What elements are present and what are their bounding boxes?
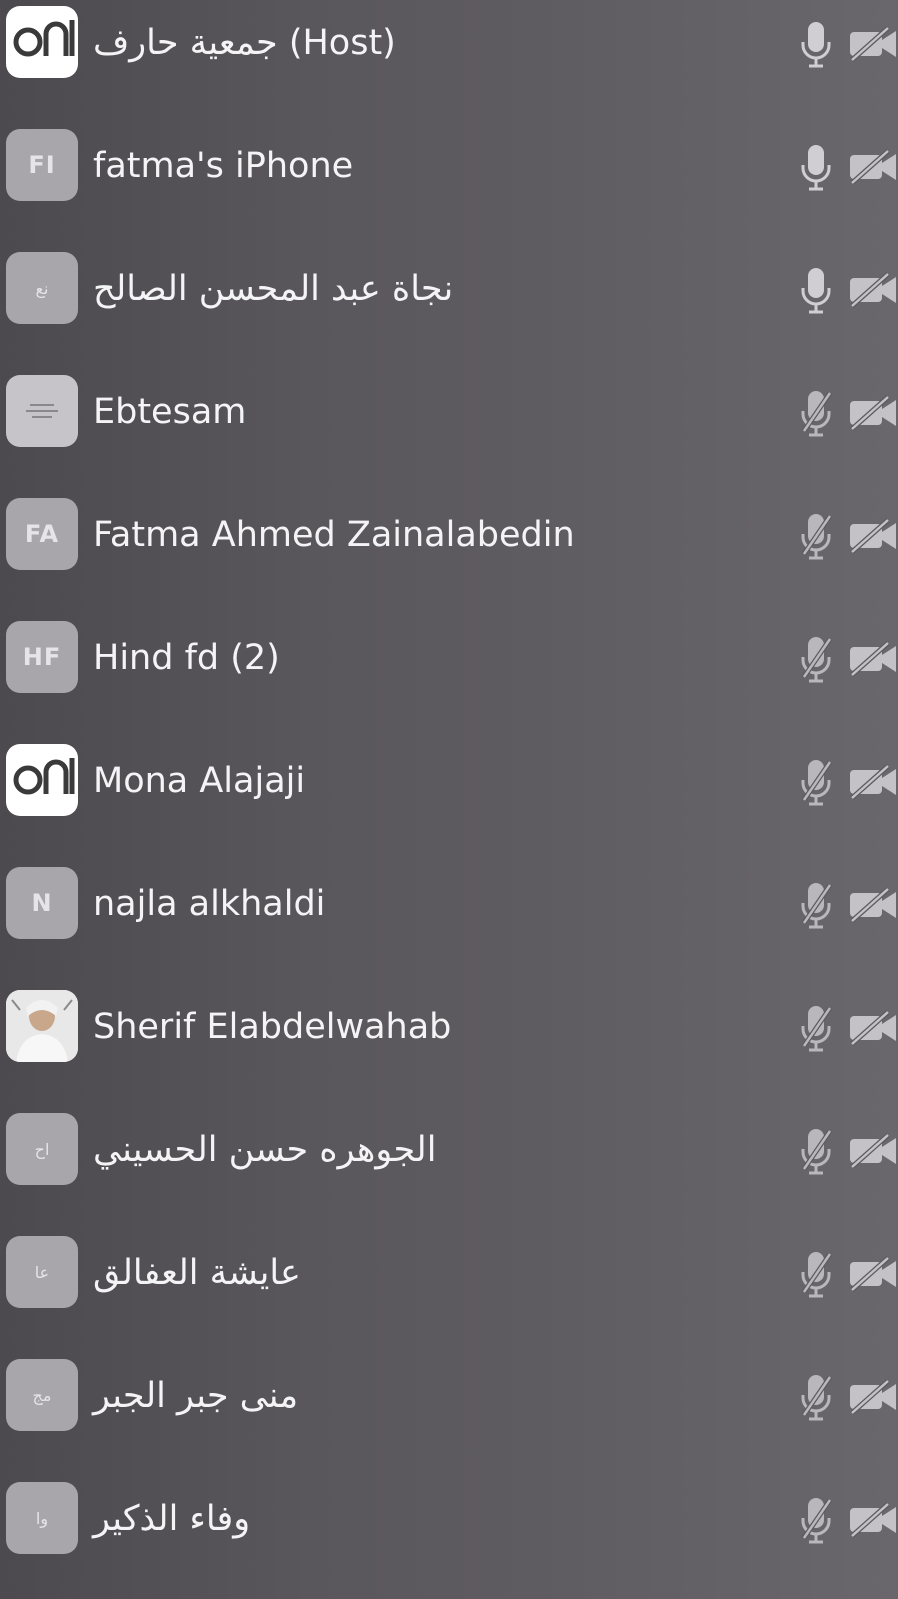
avatar-initials: مج xyxy=(32,1385,52,1405)
avatar-initials: اح xyxy=(34,1139,50,1159)
avatar: اح xyxy=(6,1113,78,1185)
video-off-icon[interactable] xyxy=(848,887,898,923)
video-off-icon[interactable] xyxy=(848,1256,898,1292)
video-off-icon[interactable] xyxy=(848,1379,898,1415)
participant-row[interactable]: اح الجوهره حسن الحسيني xyxy=(0,1107,898,1230)
participant-name: Ebtesam xyxy=(93,392,247,432)
video-off-icon[interactable] xyxy=(848,641,898,677)
participant-row[interactable]: عا عايشة العفالق xyxy=(0,1230,898,1353)
microphone-muted-icon[interactable] xyxy=(800,389,833,437)
video-off-icon[interactable] xyxy=(848,1133,898,1169)
microphone-icon[interactable] xyxy=(800,20,832,68)
avatar: مج xyxy=(6,1359,78,1431)
participant-name: عايشة العفالق xyxy=(93,1253,301,1293)
avatar-initials: FA xyxy=(24,520,60,548)
avatar-initials: وا xyxy=(35,1508,49,1528)
participant-name: Fatma Ahmed Zainalabedin xyxy=(93,515,575,555)
video-off-icon[interactable] xyxy=(848,764,898,800)
avatar: FA xyxy=(6,498,78,570)
participants-list: جمعية حارف (Host) FI fatma's iPhone نع نجا… xyxy=(0,0,898,1554)
avatar xyxy=(6,990,78,1062)
microphone-icon[interactable] xyxy=(800,266,832,314)
participant-name: منى جبر الجبر xyxy=(93,1376,299,1416)
participant-row[interactable]: Ebtesam xyxy=(0,369,898,492)
participant-name: Sherif Elabdelwahab xyxy=(93,1007,452,1047)
avatar: HF xyxy=(6,621,78,693)
microphone-muted-icon[interactable] xyxy=(800,1250,833,1298)
avatar-initials: عا xyxy=(34,1262,50,1282)
microphone-muted-icon[interactable] xyxy=(800,758,833,806)
avatar xyxy=(6,375,78,447)
microphone-muted-icon[interactable] xyxy=(800,1004,833,1052)
participant-name: جمعية حارف (Host) xyxy=(93,23,396,63)
avatar: عا xyxy=(6,1236,78,1308)
avatar xyxy=(6,6,78,78)
avatar-initials: نع xyxy=(35,278,49,298)
microphone-icon[interactable] xyxy=(800,143,832,191)
participant-name: الجوهره حسن الحسيني xyxy=(93,1130,437,1170)
avatar-initials: HF xyxy=(22,643,62,671)
participant-row[interactable]: FI fatma's iPhone xyxy=(0,123,898,246)
participant-row[interactable]: Nnajla alkhaldi xyxy=(0,861,898,984)
video-off-icon[interactable] xyxy=(848,149,898,185)
participant-row[interactable]: Mona Alajaji xyxy=(0,738,898,861)
microphone-muted-icon[interactable] xyxy=(800,1127,833,1175)
video-off-icon[interactable] xyxy=(848,1502,898,1538)
microphone-muted-icon[interactable] xyxy=(800,1373,833,1421)
video-off-icon[interactable] xyxy=(848,272,898,308)
avatar: وا xyxy=(6,1482,78,1554)
participant-name: Mona Alajaji xyxy=(93,761,306,801)
video-off-icon[interactable] xyxy=(848,395,898,431)
avatar: FI xyxy=(6,129,78,201)
microphone-muted-icon[interactable] xyxy=(800,512,833,560)
avatar-initials: N xyxy=(31,889,53,917)
avatar-initials: FI xyxy=(28,151,56,179)
participant-row[interactable]: نع نجاة عبد المحسن الصالح xyxy=(0,246,898,369)
participant-row[interactable]: جمعية حارف (Host) xyxy=(0,0,898,123)
participant-row[interactable]: مج منى جبر الجبر xyxy=(0,1353,898,1476)
video-off-icon[interactable] xyxy=(848,1010,898,1046)
video-off-icon[interactable] xyxy=(848,518,898,554)
avatar: نع xyxy=(6,252,78,324)
participant-row[interactable]: FA Fatma Ahmed Zainalabedin xyxy=(0,492,898,615)
participant-row[interactable]: وا وفاء الذكير xyxy=(0,1476,898,1599)
participant-name: Hind fd (2) xyxy=(93,638,280,678)
participant-row[interactable]: Sherif Elabdelwahab xyxy=(0,984,898,1107)
participant-row[interactable]: HF Hind fd (2) xyxy=(0,615,898,738)
participant-name: وفاء الذكير xyxy=(93,1499,251,1539)
video-off-icon[interactable] xyxy=(848,26,898,62)
participant-name: najla alkhaldi xyxy=(93,884,326,924)
avatar: N xyxy=(6,867,78,939)
participant-name: fatma's iPhone xyxy=(93,146,354,186)
participant-name: نجاة عبد المحسن الصالح xyxy=(93,269,454,309)
microphone-muted-icon[interactable] xyxy=(800,635,833,683)
avatar xyxy=(6,744,78,816)
microphone-muted-icon[interactable] xyxy=(800,881,833,929)
microphone-muted-icon[interactable] xyxy=(800,1496,833,1544)
